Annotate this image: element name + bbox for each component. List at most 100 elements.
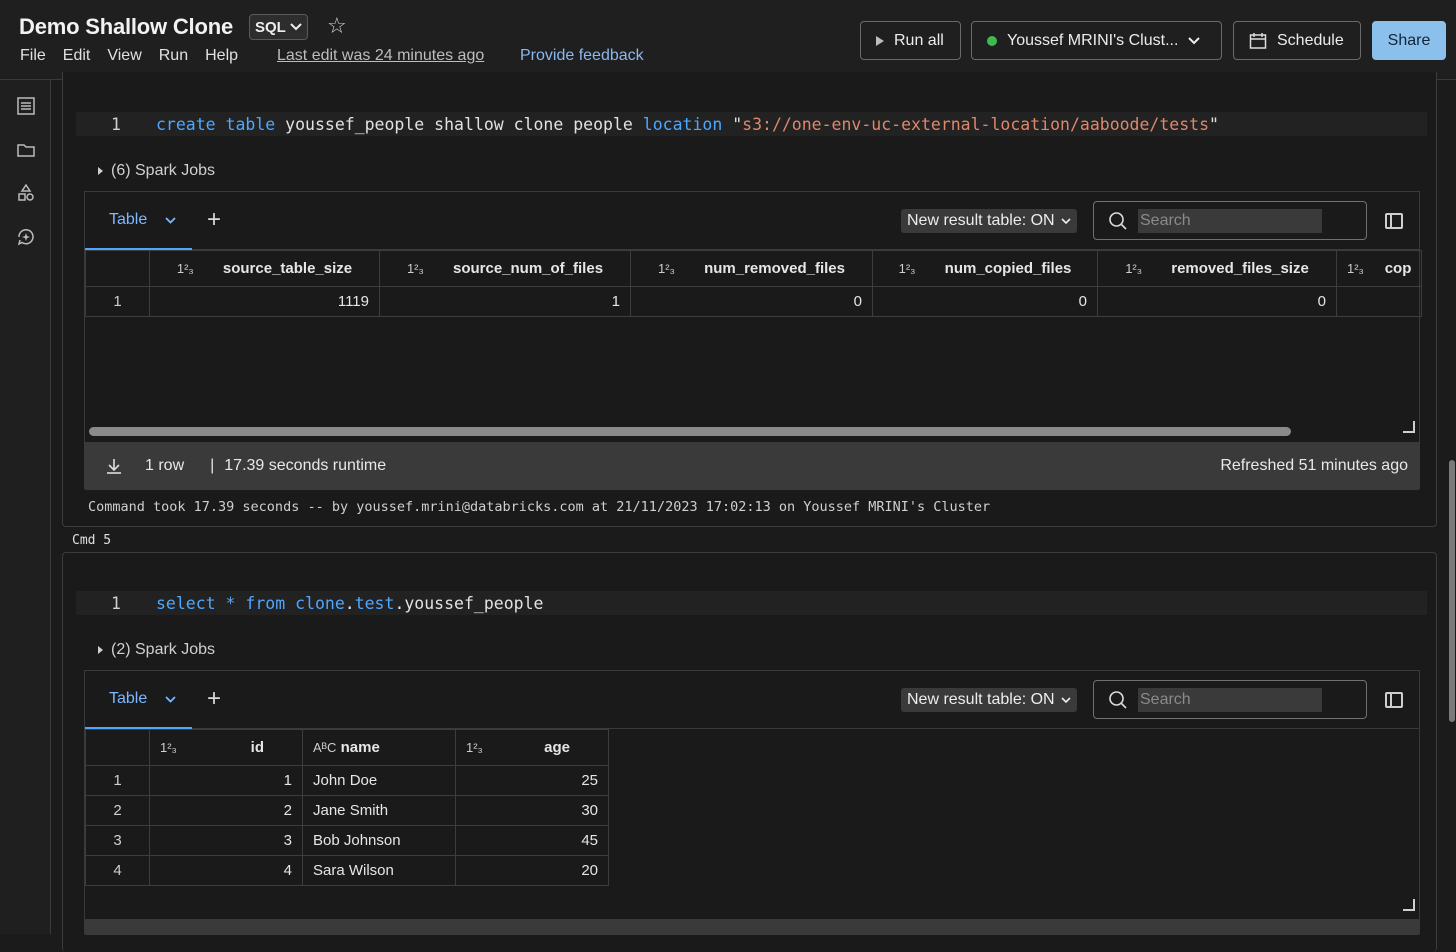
chevron-down-icon[interactable] (165, 216, 176, 224)
table-cell[interactable]: 20 (455, 855, 609, 886)
menu-edit[interactable]: Edit (63, 47, 91, 65)
tab-table[interactable]: Table (85, 192, 192, 250)
sql-keyword: location (642, 114, 723, 134)
column-header[interactable]: 1²₃ num_removed_files (630, 250, 873, 287)
side-panel-icon[interactable] (1385, 213, 1403, 229)
menu-file[interactable]: File (20, 47, 46, 65)
tab-table[interactable]: Table (85, 671, 192, 729)
table-cell[interactable]: 3 (149, 825, 303, 856)
cluster-selector[interactable]: Youssef MRINI's Clust... (971, 21, 1222, 60)
chevron-down-icon (1188, 36, 1201, 44)
table-cell[interactable]: 0 (872, 286, 1098, 317)
share-button[interactable]: Share (1372, 21, 1446, 60)
search-box[interactable] (1093, 201, 1367, 240)
numeric-type-icon: 1²₃ (1347, 261, 1364, 276)
table-cell[interactable]: 4 (149, 855, 303, 886)
schedule-button[interactable]: Schedule (1233, 21, 1361, 60)
row-index: 4 (85, 855, 150, 886)
table-cell[interactable]: Jane Smith (302, 795, 456, 826)
search-icon (1109, 690, 1127, 709)
new-result-table-toggle[interactable]: New result table: ON (901, 209, 1077, 233)
provide-feedback-link[interactable]: Provide feedback (520, 47, 644, 65)
cmd-label: Cmd 5 (72, 533, 112, 548)
menu-view[interactable]: View (107, 47, 141, 65)
notebook-title[interactable]: Demo Shallow Clone (19, 14, 233, 40)
run-all-button[interactable]: Run all (860, 21, 961, 60)
language-selector[interactable]: SQL (249, 14, 308, 40)
sql-keyword: create table (156, 114, 276, 134)
table-cell[interactable]: 0 (1097, 286, 1337, 317)
search-input[interactable] (1138, 208, 1322, 233)
numeric-type-icon: 1²₃ (898, 261, 916, 276)
numeric-type-icon: 1²₃ (466, 740, 483, 755)
table-cell[interactable]: 1 (149, 765, 303, 796)
table-cell[interactable]: 25 (455, 765, 609, 796)
side-panel-icon[interactable] (1385, 692, 1403, 708)
search-icon (1109, 211, 1127, 230)
search-box[interactable] (1093, 680, 1367, 719)
column-name: num_copied_files (944, 260, 1072, 277)
table-cell[interactable]: John Doe (302, 765, 456, 796)
column-header[interactable]: 1²₃ removed_files_size (1097, 250, 1337, 287)
table-cell[interactable]: Bob Johnson (302, 825, 456, 856)
last-edit-link[interactable]: Last edit was 24 minutes ago (277, 47, 484, 65)
code-line[interactable]: 1 select * from clone.test.youssef_peopl… (76, 591, 1427, 615)
menu-help[interactable]: Help (205, 47, 238, 65)
code-text: " (722, 114, 743, 134)
chevron-down-icon[interactable] (165, 695, 176, 703)
table-of-contents-icon[interactable] (16, 96, 36, 116)
row-index-header (85, 729, 150, 766)
table-cell[interactable]: 2 (149, 795, 303, 826)
tab-table-label: Table (109, 690, 148, 707)
sql-keyword: select * from (156, 593, 286, 613)
tab-table-label: Table (109, 211, 148, 228)
table-cell[interactable]: 0 (630, 286, 873, 317)
row-index: 3 (85, 825, 150, 856)
result-table: 1²₃ source_table_size 1²₃ source_num_of_… (85, 250, 1422, 317)
table-cell[interactable]: Sara Wilson (302, 855, 456, 886)
scrollbar-thumb[interactable] (89, 427, 1291, 436)
table-cell[interactable]: 1119 (149, 286, 380, 317)
folder-icon[interactable] (16, 140, 36, 160)
column-header[interactable]: 1²₃ source_table_size (149, 250, 380, 287)
resize-handle-icon[interactable] (1403, 899, 1415, 911)
code-line[interactable]: 1 create table youssef_people shallow cl… (76, 112, 1427, 136)
schedule-label: Schedule (1277, 31, 1344, 49)
column-header[interactable]: 1²₃ num_copied_files (872, 250, 1098, 287)
table-cell[interactable]: 1 (379, 286, 631, 317)
numeric-type-icon: 1²₃ (176, 261, 194, 276)
numeric-type-icon: 1²₃ (658, 261, 675, 276)
table-cell[interactable]: 45 (455, 825, 609, 856)
string-type-icon: AᴮC (313, 740, 337, 755)
column-header[interactable]: 1²₃ cop (1336, 250, 1422, 287)
column-header[interactable]: AᴮC name (302, 729, 456, 766)
column-header[interactable]: 1²₃ source_num_of_files (379, 250, 631, 287)
horizontal-scrollbar[interactable] (85, 423, 1419, 441)
resize-handle-icon[interactable] (1403, 421, 1415, 433)
assistant-icon[interactable] (16, 227, 36, 247)
table-cell[interactable] (1336, 286, 1422, 317)
add-visualization-icon[interactable]: + (207, 685, 221, 713)
column-header[interactable]: 1²₃ id (149, 729, 303, 766)
table-cell[interactable]: 30 (455, 795, 609, 826)
menu-run[interactable]: Run (159, 47, 188, 65)
row-count: 1 row (145, 457, 185, 474)
table-row: 2 2 Jane Smith 30 (85, 795, 609, 826)
download-icon[interactable] (105, 457, 123, 475)
code-text: .youssef_people (394, 593, 544, 613)
shapes-icon[interactable] (16, 183, 36, 203)
star-icon[interactable]: ☆ (327, 13, 347, 39)
add-visualization-icon[interactable]: + (207, 206, 221, 234)
spark-jobs-toggle[interactable]: (6) Spark Jobs (98, 162, 215, 180)
column-header[interactable]: 1²₃ age (455, 729, 609, 766)
column-name: source_table_size (222, 260, 353, 277)
language-label: SQL (255, 18, 286, 36)
column-name: source_num_of_files (452, 260, 604, 277)
result-footer (85, 919, 1419, 935)
new-result-table-toggle[interactable]: New result table: ON (901, 688, 1077, 712)
spark-jobs-toggle[interactable]: (2) Spark Jobs (98, 641, 215, 659)
page-scrollbar[interactable] (1449, 460, 1455, 722)
column-name: cop (1384, 260, 1412, 277)
search-input[interactable] (1138, 687, 1322, 712)
